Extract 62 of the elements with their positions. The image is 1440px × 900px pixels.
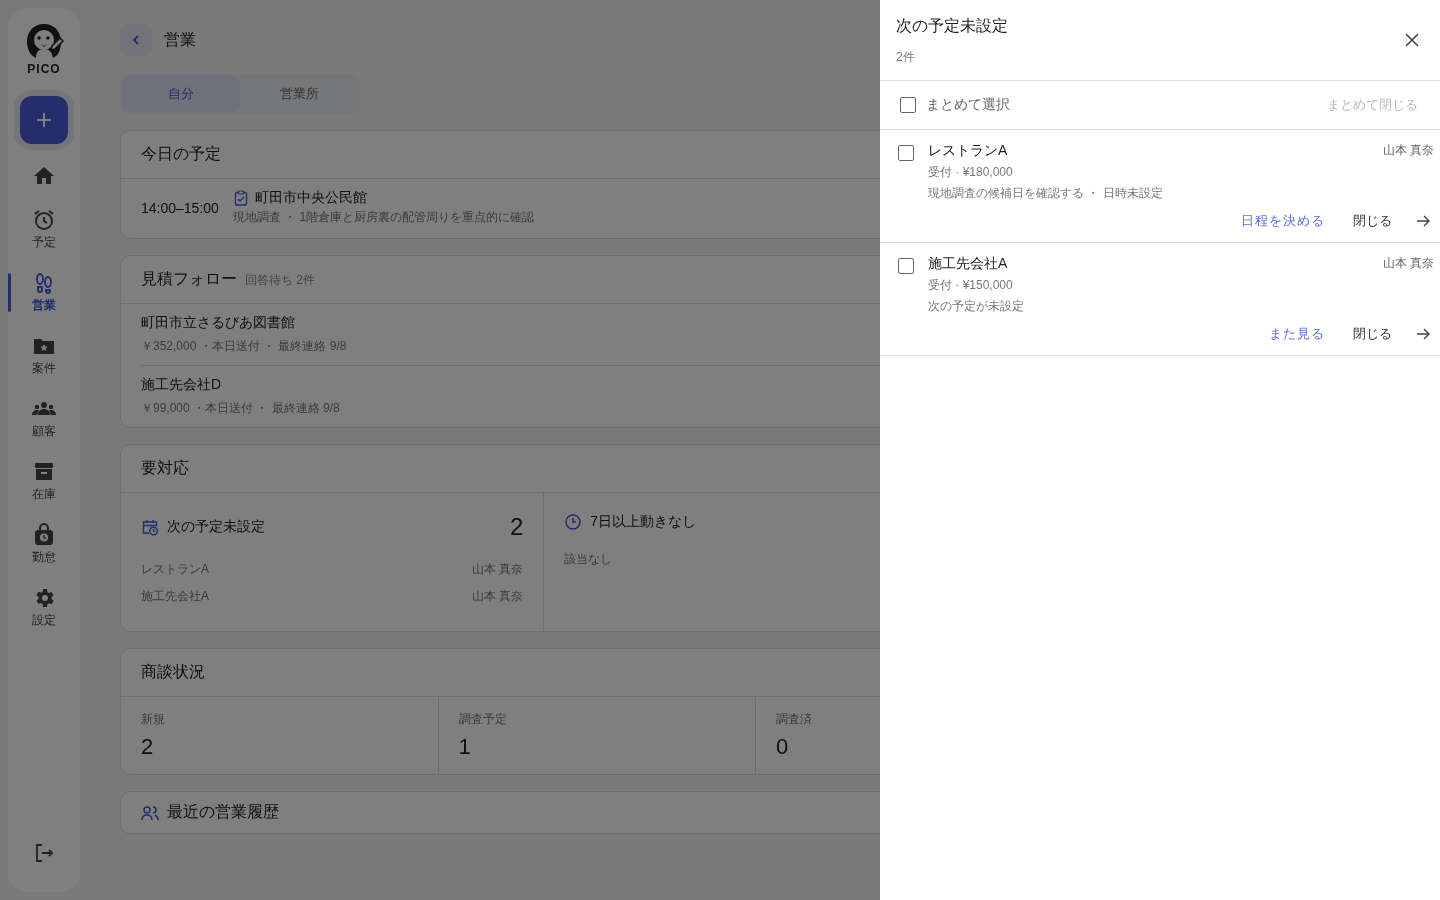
status-text: 受付 · ¥150,000 (928, 277, 1014, 294)
sidebar-item[interactable]: 予定 (8, 202, 80, 257)
back-button[interactable] (120, 24, 152, 56)
clock-icon (564, 513, 583, 531)
owner-name: 山本 真奈 (1382, 142, 1434, 159)
note-text: 現地調査の候補日を確認する ・ 日時未設定 (928, 185, 1164, 202)
column-title: 7日以上動きなし (590, 513, 697, 531)
card-title: 最近の営業履歴 (167, 802, 279, 822)
people-icon (141, 804, 159, 821)
client-name: 施工先会社A (928, 255, 1008, 273)
close-icon (1404, 32, 1420, 48)
calendar-clock-icon (141, 518, 159, 536)
checkbox[interactable] (898, 258, 914, 274)
stat-value: 0 (776, 734, 790, 760)
sidebar-item[interactable]: 在庫 (8, 454, 80, 509)
sidebar-item[interactable]: 顧客 (8, 391, 80, 446)
sidebar-item[interactable]: 設定 (8, 580, 80, 635)
page-title: 営業 (164, 29, 196, 50)
action-link[interactable]: また見る (1269, 325, 1333, 343)
event-time: 14:00–15:00 (141, 199, 219, 216)
logo-text: PICO (27, 62, 61, 76)
chevron-left-icon (130, 34, 142, 46)
card-title: 見積フォロー (141, 269, 237, 289)
client-name: レストランA (928, 142, 1008, 160)
stat-value: 2 (141, 734, 155, 760)
alarm-clock-icon (32, 208, 56, 232)
bag-clock-icon (32, 523, 56, 547)
owner-name: 山本 真奈 (472, 561, 524, 578)
select-all-label: まとめて選択 (926, 96, 1010, 114)
penguin-logo-icon (24, 22, 64, 60)
close-item-button[interactable]: 閉じる (1345, 212, 1400, 230)
stat-label: 調査済 (776, 711, 813, 728)
event-place: 町田市中央公民館 (254, 189, 367, 207)
card-title: 要対応 (141, 458, 189, 478)
sidebar-item[interactable]: 勤怠 (8, 517, 80, 572)
card-title: 商談状況 (141, 662, 205, 682)
quote-detail: ￥99,000 ・本日送付 ・ 最終連絡 9/8 (141, 400, 341, 417)
note-text: 次の予定が未設定 (928, 298, 1025, 315)
stat-label: 新規 (141, 711, 166, 728)
tab[interactable]: 営業所 (240, 76, 358, 112)
drawer-title: 次の予定未設定 (896, 16, 1008, 36)
sidebar-item[interactable]: 営業 (8, 265, 80, 320)
stat-label: 調査予定 (458, 711, 508, 728)
close-item-button[interactable]: 閉じる (1345, 325, 1400, 343)
checkbox[interactable] (898, 145, 914, 161)
clipboard-check-icon (232, 190, 249, 206)
stat-value: 1 (458, 734, 472, 760)
count: 2 (509, 513, 524, 541)
owner-name: 山本 真奈 (1382, 255, 1434, 272)
sidebar-item[interactable]: 案件 (8, 328, 80, 383)
logout-icon[interactable] (33, 842, 55, 864)
item-count: 2件 (896, 49, 916, 66)
action-link[interactable]: 日程を決める (1241, 212, 1333, 230)
status-text: 受付 · ¥180,000 (928, 164, 1014, 181)
tab[interactable]: 自分 (122, 76, 240, 112)
checkbox[interactable] (900, 97, 916, 113)
quote-detail: ￥352,000 ・本日送付 ・ 最終連絡 9/8 (141, 338, 348, 355)
card-title: 今日の予定 (141, 144, 221, 164)
client-name[interactable]: 施工先会社A (141, 588, 209, 605)
plus-icon (34, 110, 54, 130)
column-title: 次の予定未設定 (167, 518, 265, 536)
owner-name: 山本 真奈 (472, 588, 524, 605)
